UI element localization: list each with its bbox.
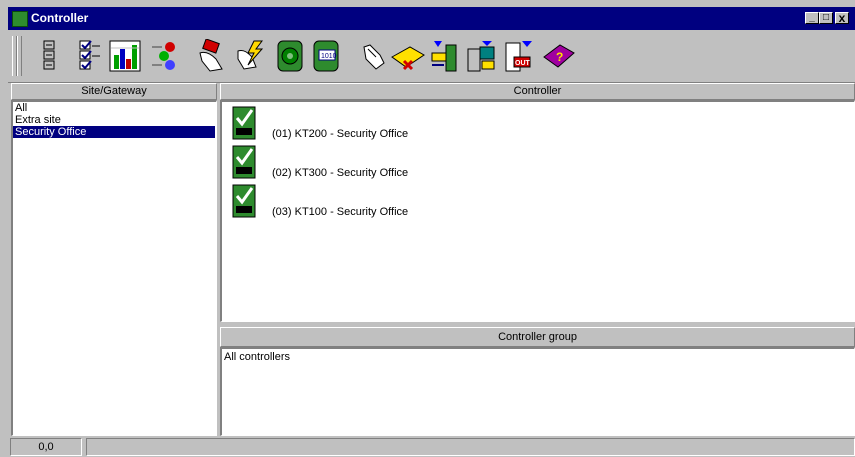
yellow-folder-icon[interactable] — [390, 39, 425, 73]
app-icon — [12, 11, 28, 27]
controller-board-icon — [232, 145, 256, 179]
controller-label: (01) KT200 - Security Office — [272, 128, 409, 140]
close-button[interactable]: x — [835, 12, 849, 24]
group-item-all-controllers[interactable]: All controllers — [224, 351, 290, 363]
controller-label: (02) KT300 - Security Office — [272, 167, 409, 179]
status-message — [86, 438, 855, 456]
site-gateway-header[interactable]: Site/Gateway — [11, 83, 217, 100]
minimize-button[interactable]: _ — [805, 12, 819, 24]
controller-label: (03) KT100 - Security Office — [272, 206, 409, 218]
green-disc-icon[interactable] — [274, 39, 306, 73]
toolbar-grip-2 — [17, 36, 22, 76]
traffic-light-icon[interactable] — [150, 39, 182, 73]
controller-board-icon — [232, 106, 256, 140]
site-item-extra-site[interactable]: Extra site — [13, 114, 216, 126]
controller-list[interactable]: (01) KT200 - Security Office (02) KT300 … — [220, 100, 855, 322]
out-door-icon[interactable]: OUT — [502, 39, 534, 73]
maximize-button[interactable]: □ — [819, 12, 833, 24]
svg-text:OUT: OUT — [515, 60, 531, 67]
window-title: Controller — [31, 11, 89, 25]
hand-card-icon[interactable] — [196, 38, 228, 73]
pointing-hand-icon[interactable] — [358, 39, 390, 73]
chart-icon[interactable] — [108, 39, 141, 73]
controller-group-list[interactable]: All controllers — [220, 347, 855, 436]
controller-header[interactable]: Controller — [220, 83, 855, 100]
title-bar[interactable]: Controller _ □ x — [8, 7, 855, 30]
controller-group-header[interactable]: Controller group — [220, 327, 855, 347]
computer-transfer-icon[interactable] — [466, 39, 498, 73]
help-book-icon[interactable]: ? — [540, 39, 575, 73]
site-item-security-office[interactable]: Security Office — [13, 126, 215, 138]
hand-lightning-icon[interactable] — [234, 39, 266, 73]
status-coords: 0,0 — [10, 438, 82, 456]
network-transfer-icon[interactable] — [428, 39, 460, 73]
checklist-icon[interactable] — [74, 39, 106, 73]
svg-text:?: ? — [556, 50, 563, 64]
toolbar: 1010 OUT ? — [8, 31, 855, 83]
site-list[interactable]: All Extra site Security Office — [11, 100, 217, 436]
list-icon[interactable] — [34, 39, 66, 73]
controller-board-icon — [232, 184, 256, 218]
controller-window: Controller _ □ x 1010 OUT ? Site/Gateway… — [0, 0, 855, 457]
green-card-icon[interactable]: 1010 — [310, 39, 342, 73]
site-item-all[interactable]: All — [13, 102, 216, 114]
status-bar: 0,0 — [8, 436, 855, 457]
svg-text:1010: 1010 — [321, 53, 337, 60]
